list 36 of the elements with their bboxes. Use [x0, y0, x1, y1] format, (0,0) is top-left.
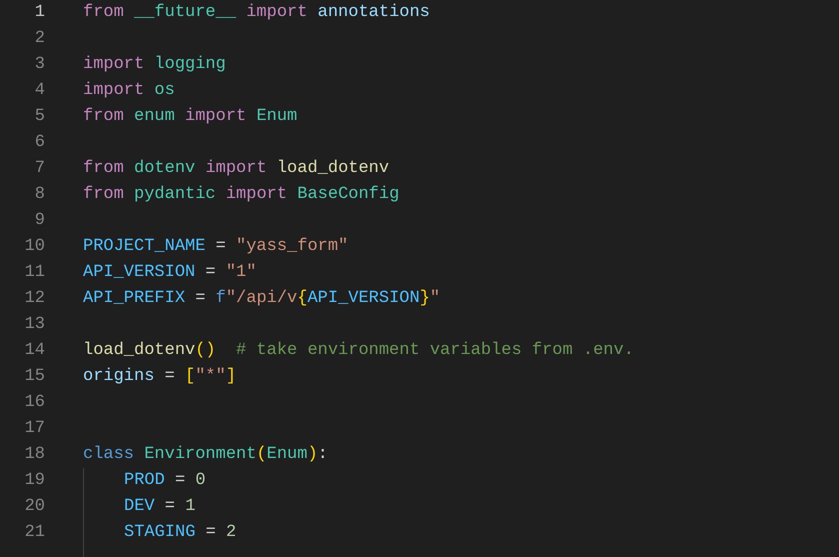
code-line: class Environment(Enum): [83, 444, 328, 466]
line-number: 8 [34, 184, 45, 206]
line-number: 9 [34, 210, 45, 232]
line-number: 5 [34, 106, 45, 128]
line-number: 13 [24, 314, 45, 336]
line-number: 2 [34, 28, 45, 50]
code-line: PROD = 0 [124, 470, 206, 492]
code-line: from __future__ import annotations [83, 2, 430, 24]
line-number: 17 [24, 418, 45, 440]
code-line: load_dotenv() # take environment variables from .env. [83, 340, 634, 362]
line-number: 7 [34, 158, 45, 180]
line-number: 4 [34, 80, 45, 102]
code-line: from pydantic import BaseConfig [83, 184, 400, 206]
code-line: DEV = 1 [124, 496, 196, 518]
line-number: 14 [24, 340, 45, 362]
code-line: API_PREFIX = f"/api/v{API_VERSION}" [83, 288, 440, 310]
line-number: 21 [24, 522, 45, 544]
code-line: from dotenv import load_dotenv [83, 158, 390, 180]
line-number: 18 [24, 444, 45, 466]
code-line: API_VERSION = "1" [83, 262, 256, 284]
line-number: 10 [24, 236, 45, 258]
code-line: origins = ["*"] [83, 366, 236, 388]
line-number: 19 [24, 470, 45, 492]
code-line: STAGING = 2 [124, 522, 236, 544]
code-line: from enum import Enum [83, 106, 298, 128]
code-line: import logging [83, 54, 226, 76]
line-number: 1 [34, 2, 45, 24]
line-number: 16 [24, 392, 45, 414]
line-number: 11 [24, 262, 45, 284]
code-line: import os [83, 80, 175, 102]
line-number: 15 [24, 366, 45, 388]
line-number: 6 [34, 132, 45, 154]
line-number: 20 [24, 496, 45, 518]
code-line: PROJECT_NAME = "yass_form" [83, 236, 348, 258]
line-number: 3 [34, 54, 45, 76]
line-number: 12 [24, 288, 45, 310]
